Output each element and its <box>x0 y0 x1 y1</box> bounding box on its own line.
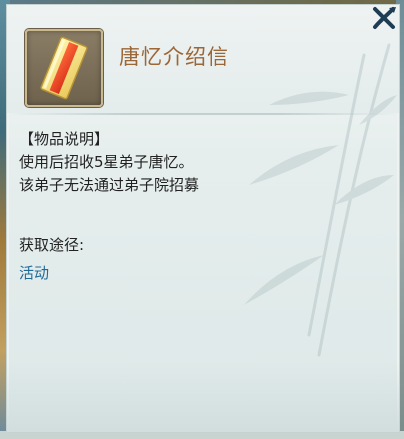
description-line: 该弟子无法通过弟子院招募 <box>19 176 200 194</box>
bamboo-watermark-icon <box>244 43 397 357</box>
item-title: 唐忆介绍信 <box>119 45 229 69</box>
description-heading: 【物品说明】 <box>19 130 110 148</box>
item-icon-frame <box>25 29 103 107</box>
close-icon <box>373 7 396 29</box>
close-button[interactable] <box>369 5 399 31</box>
bottom-shading <box>7 362 399 432</box>
source-link-activity[interactable]: 活动 <box>19 262 49 283</box>
description-line: 使用后招收5星弟子唐忆。 <box>19 153 194 171</box>
source-heading: 获取途径: <box>19 236 85 254</box>
item-description: 【物品说明】 使用后招收5星弟子唐忆。 该弟子无法通过弟子院招募 <box>19 128 389 197</box>
scroll-letter-icon <box>40 36 88 100</box>
item-tooltip-panel: 唐忆介绍信 【物品说明】 使用后招收5星弟子唐忆。 该弟子无法通过弟子院招募 获… <box>6 4 400 433</box>
